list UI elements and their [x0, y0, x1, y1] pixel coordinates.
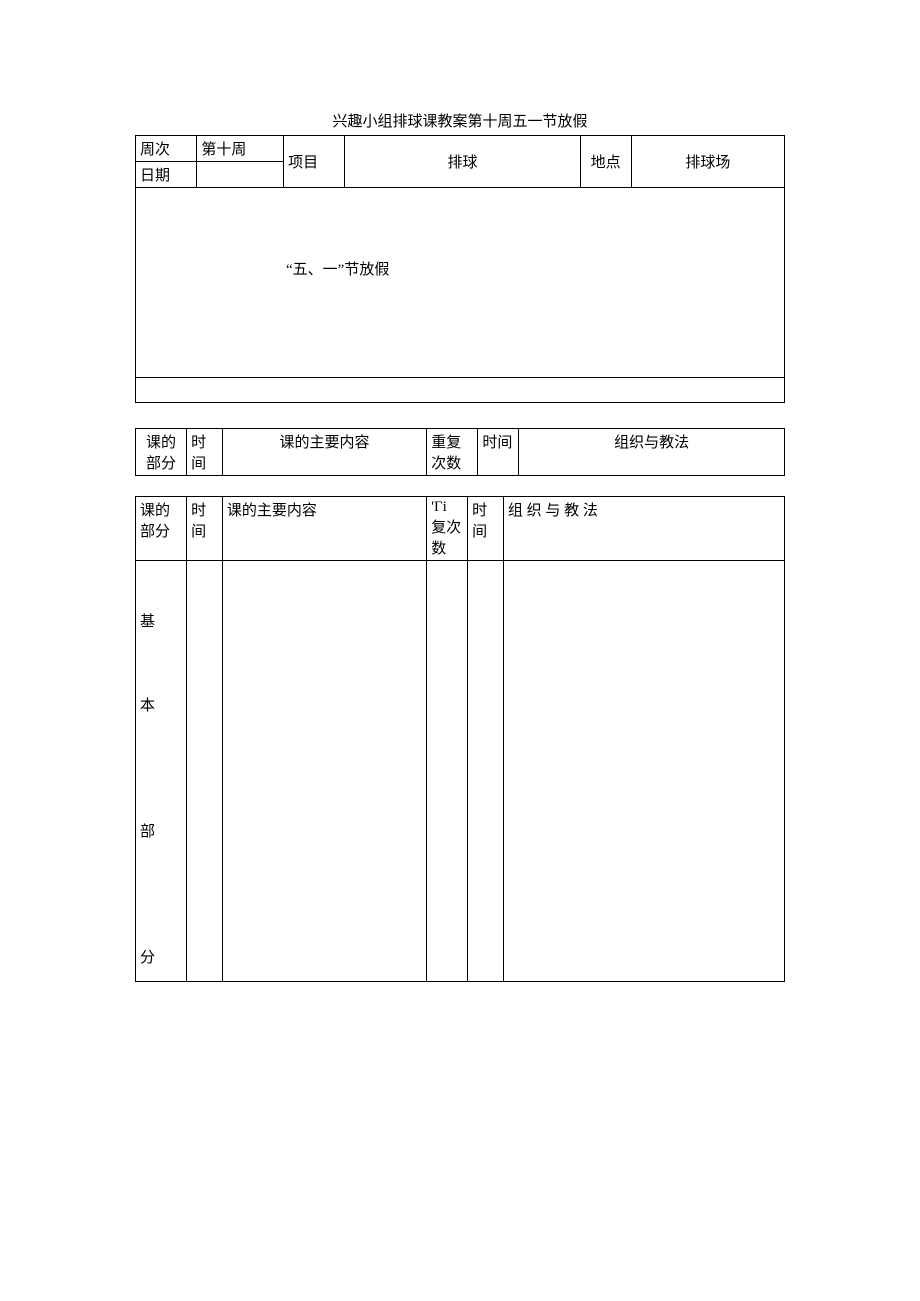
table-row: 课的部分 时间 课的主要内容 'Гi 复次数 时间 组 织 与 教 法 [136, 497, 785, 561]
col-time: 时间 [187, 429, 223, 476]
col-section: 课的部分 [136, 497, 187, 561]
table-row: 周次 第十周 项目 排球 地点 排球场 [136, 136, 785, 162]
col-content: 课的主要内容 [222, 429, 426, 476]
col-section: 课的部分 [136, 429, 187, 476]
document-title: 兴趣小组排球课教案第十周五一节放假 [135, 110, 785, 131]
blank-cell [136, 378, 785, 403]
col-time2: 时间 [468, 497, 504, 561]
date-label: 日期 [136, 162, 197, 188]
col-content: 课的主要内容 [222, 497, 426, 561]
lesson-header-table-1: 课的部分 时间 课的主要内容 重复次数 时间 组织与教法 [135, 428, 785, 476]
col-time: 时间 [187, 497, 223, 561]
table-row [136, 378, 785, 403]
section-text: 基本部分 [140, 614, 155, 966]
col-reps: 重复次数 [427, 429, 478, 476]
col-time2: 时间 [478, 429, 519, 476]
table-row: 课的部分 时间 课的主要内容 重复次数 时间 组织与教法 [136, 429, 785, 476]
body-method [503, 561, 784, 982]
col-method: 组 织 与 教 法 [503, 497, 784, 561]
body-content [222, 561, 426, 982]
item-label: 项目 [284, 136, 345, 188]
col-reps: 'Гi 复次数 [427, 497, 468, 561]
date-value [197, 162, 284, 188]
body-time2 [468, 561, 504, 982]
week-label: 周次 [136, 136, 197, 162]
table-row: 基本部分 [136, 561, 785, 982]
page-container: 兴趣小组排球课教案第十周五一节放假 周次 第十周 项目 排球 地点 排球场 日期… [0, 0, 920, 982]
item-value: 排球 [345, 136, 580, 188]
body-time [187, 561, 223, 982]
holiday-cell: “五、一”节放假 [136, 188, 785, 378]
header-info-table: 周次 第十周 项目 排球 地点 排球场 日期 “五、一”节放假 [135, 135, 785, 403]
week-value: 第十周 [197, 136, 284, 162]
col-method: 组织与教法 [519, 429, 785, 476]
place-value: 排球场 [631, 136, 784, 188]
place-label: 地点 [580, 136, 631, 188]
section-label: 基本部分 [136, 561, 187, 982]
table-row: “五、一”节放假 [136, 188, 785, 378]
body-reps [427, 561, 468, 982]
lesson-body-table: 课的部分 时间 课的主要内容 'Гi 复次数 时间 组 织 与 教 法 基本部分 [135, 496, 785, 982]
